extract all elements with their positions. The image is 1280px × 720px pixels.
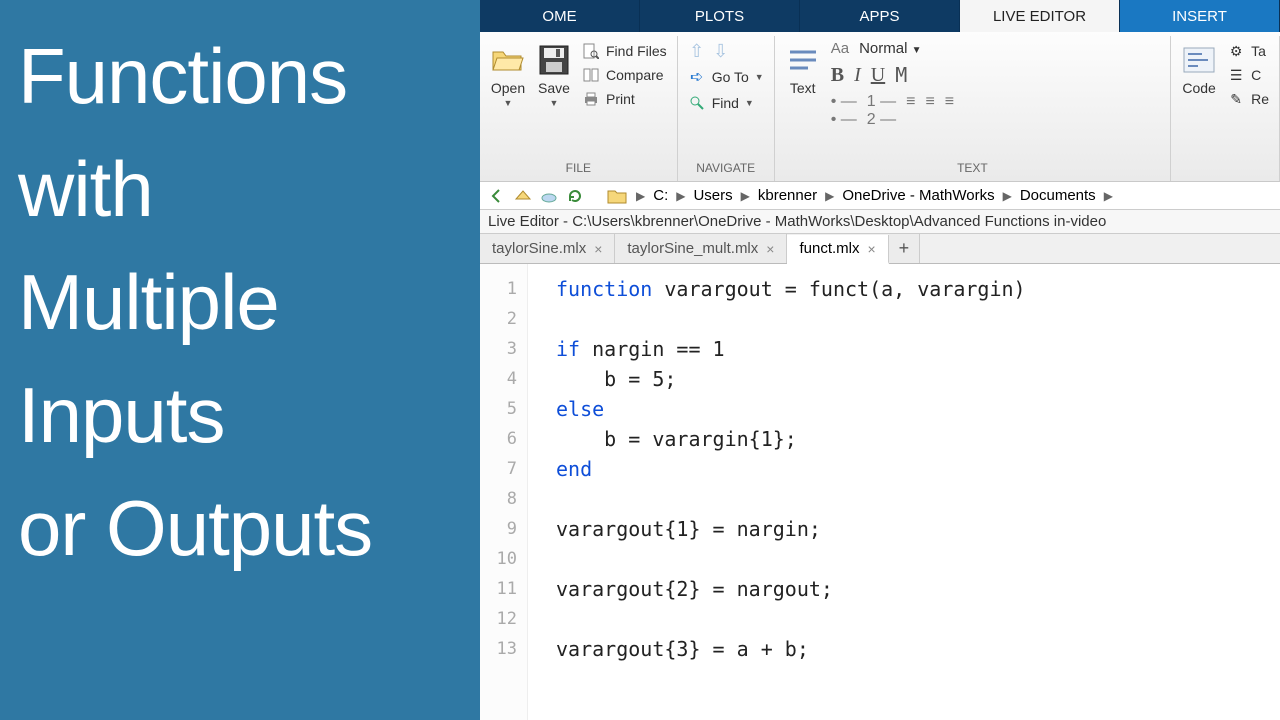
close-icon[interactable]: × [594, 241, 602, 257]
folder-open-icon [490, 42, 526, 78]
align-center-icon[interactable]: ≡ [925, 93, 934, 129]
comment-button[interactable]: ☰C [1227, 66, 1269, 84]
overlay-line-3: Multiple [18, 246, 462, 359]
refactor-icon: ✎ [1227, 90, 1245, 108]
group-label-text: TEXT [957, 161, 988, 179]
find-files-button[interactable]: Find Files [582, 42, 667, 60]
file-tab-funct[interactable]: funct.mlx × [787, 235, 888, 264]
nav-arrows[interactable]: ⇧ ⇩ [688, 42, 764, 60]
path-seg-user[interactable]: kbrenner [758, 187, 817, 204]
path-seg-users[interactable]: Users [693, 187, 732, 204]
magnifier-icon [688, 94, 706, 112]
path-toolbar: ▶ C: ▶ Users ▶ kbrenner ▶ OneDrive - Mat… [480, 182, 1280, 210]
path-seg-onedrive[interactable]: OneDrive - MathWorks [842, 187, 994, 204]
chevron-down-icon: ▼ [745, 98, 754, 108]
text-mode-button[interactable]: Text [785, 38, 821, 96]
file-tab-taylorsine[interactable]: taylorSine.mlx × [480, 234, 615, 263]
tab-home[interactable]: OME [480, 0, 640, 32]
find-button[interactable]: Find ▼ [688, 94, 764, 112]
tab-insert[interactable]: INSERT [1120, 0, 1280, 32]
arrow-up-icon: ⇧ [688, 42, 706, 60]
code-content[interactable]: function varargout = funct(a, varargin) … [528, 264, 1280, 720]
gear-icon: ⚙ [1227, 42, 1245, 60]
code-mode-button[interactable]: Code [1181, 38, 1217, 96]
task-button[interactable]: ⚙Ta [1227, 42, 1269, 60]
chevron-down-icon: ▼ [912, 45, 922, 56]
file-tab-bar: taylorSine.mlx × taylorSine_mult.mlx × f… [480, 234, 1280, 264]
printer-icon [582, 90, 600, 108]
text-lines-icon [785, 42, 821, 78]
control-icon: ☰ [1227, 66, 1245, 84]
folder-icon[interactable] [606, 185, 628, 207]
chevron-right-icon: ▶ [676, 189, 685, 203]
goto-arrow-icon: ➪ [688, 68, 706, 86]
bold-button[interactable]: B [831, 64, 844, 87]
nav-up-icon[interactable] [512, 185, 534, 207]
add-file-tab[interactable]: + [889, 234, 921, 263]
chevron-right-icon: ▶ [741, 189, 750, 203]
numbered-list-icon[interactable]: 1 —2 — [867, 93, 896, 129]
path-drive[interactable]: C: [653, 187, 668, 204]
print-button[interactable]: Print [582, 90, 667, 108]
tab-plots[interactable]: PLOTS [640, 0, 800, 32]
title-overlay-panel: Functions with Multiple Inputs or Output… [0, 0, 480, 720]
overlay-line-1: Functions [18, 20, 462, 133]
ribbon-group-text: Text Aa Normal ▼ B I U M • —• — [775, 36, 1171, 181]
code-editor[interactable]: 12345678910111213 function varargout = f… [480, 264, 1280, 720]
chevron-right-icon: ▶ [825, 189, 834, 203]
ribbon-group-navigate: ⇧ ⇩ ➪ Go To ▼ Find ▼ [678, 36, 775, 181]
matlab-window: OME PLOTS APPS LIVE EDITOR INSERT Open ▼ [480, 0, 1280, 720]
arrow-down-icon: ⇩ [712, 42, 730, 60]
monospace-button[interactable]: M [895, 63, 907, 87]
nav-cloud-icon[interactable] [538, 185, 560, 207]
compare-icon [582, 66, 600, 84]
goto-button[interactable]: ➪ Go To ▼ [688, 68, 764, 86]
aa-style-icon: Aa [831, 40, 849, 57]
style-dropdown[interactable]: Normal ▼ [859, 40, 921, 57]
tab-live-editor[interactable]: LIVE EDITOR [960, 0, 1120, 32]
floppy-disk-icon [536, 42, 572, 78]
bullet-list-icon[interactable]: • —• — [831, 93, 857, 129]
chevron-right-icon: ▶ [1003, 189, 1012, 203]
open-button[interactable]: Open ▼ [490, 38, 526, 108]
close-icon[interactable]: × [766, 241, 774, 257]
chevron-right-icon: ▶ [636, 189, 645, 203]
chevron-down-icon: ▼ [550, 98, 559, 108]
overlay-line-4: Inputs [18, 359, 462, 472]
compare-button[interactable]: Compare [582, 66, 667, 84]
ribbon-group-code: Code ⚙Ta ☰C ✎Re [1171, 36, 1280, 181]
find-files-icon [582, 42, 600, 60]
tab-apps[interactable]: APPS [800, 0, 960, 32]
group-label-file: FILE [566, 161, 591, 179]
file-tab-taylorsine-mult[interactable]: taylorSine_mult.mlx × [615, 234, 787, 263]
line-number-gutter: 12345678910111213 [480, 264, 528, 720]
main-tabstrip: OME PLOTS APPS LIVE EDITOR INSERT [480, 0, 1280, 32]
nav-refresh-icon[interactable] [564, 185, 586, 207]
italic-button[interactable]: I [854, 64, 861, 87]
group-label-navigate: NAVIGATE [696, 161, 755, 179]
ribbon-group-file: Open ▼ Save ▼ Find Files [480, 36, 678, 181]
underline-button[interactable]: U [871, 64, 885, 87]
align-right-icon[interactable]: ≡ [945, 93, 954, 129]
ribbon-toolbar: Open ▼ Save ▼ Find Files [480, 32, 1280, 182]
refactor-button[interactable]: ✎Re [1227, 90, 1269, 108]
nav-back-icon[interactable] [486, 185, 508, 207]
chevron-down-icon: ▼ [504, 98, 513, 108]
save-button[interactable]: Save ▼ [536, 38, 572, 108]
align-left-icon[interactable]: ≡ [906, 93, 915, 129]
overlay-line-5: or Outputs [18, 472, 462, 585]
code-block-icon [1181, 42, 1217, 78]
close-icon[interactable]: × [867, 241, 875, 257]
overlay-line-2: with [18, 133, 462, 246]
editor-title-bar: Live Editor - C:\Users\kbrenner\OneDrive… [480, 210, 1280, 234]
chevron-right-icon: ▶ [1104, 189, 1113, 203]
path-seg-documents[interactable]: Documents [1020, 187, 1096, 204]
chevron-down-icon: ▼ [755, 72, 764, 82]
